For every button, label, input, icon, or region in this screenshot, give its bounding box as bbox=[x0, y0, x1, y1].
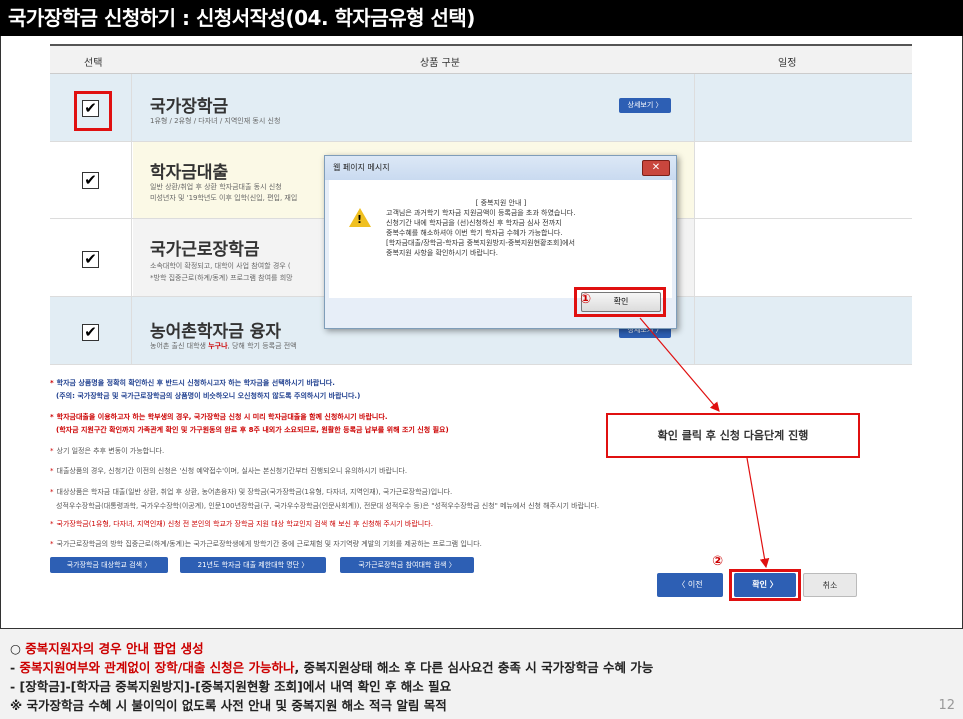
summary-panel: ○ 중복지원자의 경우 안내 팝업 생성 - 중복지원여부와 관계없이 장학/대… bbox=[0, 629, 963, 719]
callout-box: 확인 클릭 후 신청 다음단계 진행 bbox=[606, 413, 860, 458]
callout-arrows bbox=[639, 317, 770, 569]
arrow-to-confirm bbox=[746, 457, 770, 569]
summary-line-4: ※ 국가장학금 수혜 시 불이익이 없도록 사전 안내 및 중복지원 해소 적극… bbox=[10, 698, 447, 713]
summary-line-3: - [장학금]-[학자금 중복지원방지]-[중복지원현황 조회]에서 내역 확인… bbox=[10, 679, 452, 694]
summary-line-2: - 중복지원여부와 관계없이 장학/대출 신청은 가능하나, 중복지원상태 해소… bbox=[10, 660, 654, 675]
page-number: 12 bbox=[938, 698, 955, 713]
summary-line-1: ○ 중복지원자의 경우 안내 팝업 생성 bbox=[10, 641, 204, 656]
arrow-to-callout bbox=[639, 317, 720, 412]
